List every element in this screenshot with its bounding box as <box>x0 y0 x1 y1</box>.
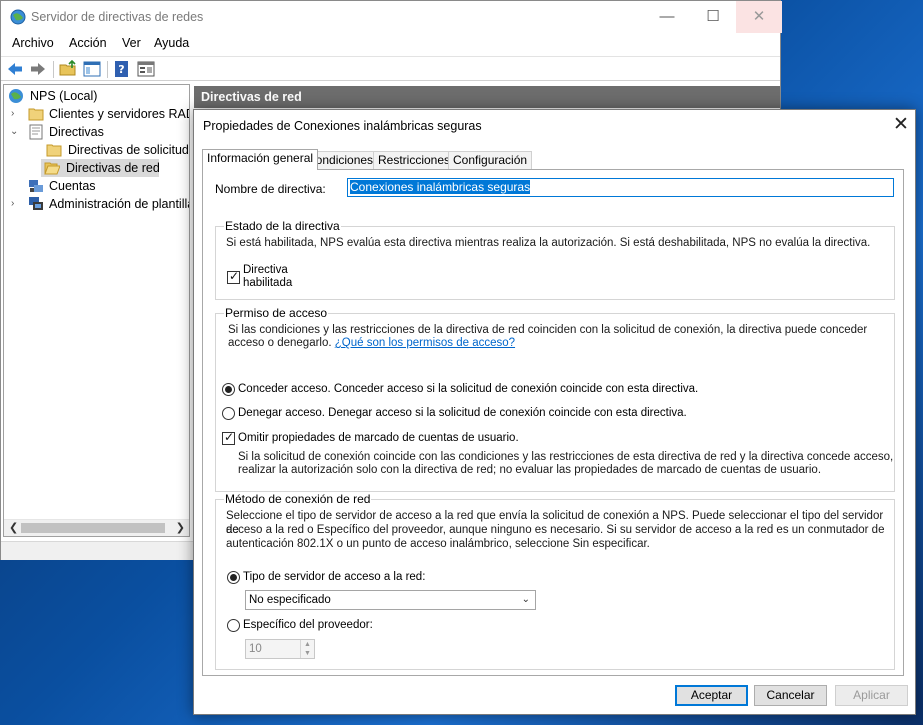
access-permission-title: Permiso de acceso <box>224 306 329 320</box>
tree-item-templates[interactable]: › Administración de plantillas <box>6 195 189 213</box>
horizontal-scrollbar[interactable]: ❮ ❯ <box>4 519 189 536</box>
stepper-arrows-icon[interactable]: ▲ ▼ <box>300 640 314 658</box>
folder-up-icon[interactable] <box>59 60 77 78</box>
properties-dialog: Propiedades de Conexiones inalámbricas s… <box>193 109 916 715</box>
toolbar-separator <box>107 61 108 78</box>
ok-button[interactable]: Aceptar <box>675 685 748 706</box>
tree-item-connection-request-policies[interactable]: Directivas de solicitud de conexión <box>6 141 189 159</box>
toolbar-separator <box>53 61 54 78</box>
ignore-dialin-label[interactable]: Omitir propiedades de marcado de cuentas… <box>238 432 519 444</box>
properties-icon[interactable] <box>137 60 155 78</box>
scroll-left-icon[interactable]: ❮ <box>9 521 18 534</box>
tab-panel-general: Nombre de directiva: Conexiones inalámbr… <box>202 169 904 676</box>
menu-bar: Archivo Acción Ver Ayuda <box>1 33 780 55</box>
deny-access-label[interactable]: Denegar acceso. Denegar acceso si la sol… <box>238 407 687 419</box>
accounting-icon <box>29 180 43 192</box>
folder-open-icon <box>44 162 60 175</box>
tree-item-directivas[interactable]: ⌄ Directivas <box>6 123 189 141</box>
dialog-close-button[interactable]: ✕ <box>889 114 913 138</box>
tab-informacion-general[interactable]: Información general <box>202 149 319 170</box>
show-hide-tree-icon[interactable] <box>83 60 101 78</box>
connection-method-desc-line2: acceso a la red o Específico del proveed… <box>226 524 885 536</box>
policy-state-description: Si está habilitada, NPS evalúa esta dire… <box>226 237 871 249</box>
menu-ver[interactable]: Ver <box>122 36 141 50</box>
collapse-chevron-icon[interactable]: ⌄ <box>10 123 20 141</box>
policy-name-value: Conexiones inalámbricas seguras <box>350 180 531 194</box>
vendor-specific-label[interactable]: Específico del proveedor: <box>243 619 373 631</box>
ignore-dialin-desc-line1: Si la solicitud de conexión coincide con… <box>238 451 894 463</box>
nas-type-dropdown[interactable]: No especificado ⌄ <box>245 590 536 610</box>
expand-chevron-icon[interactable]: › <box>11 105 21 123</box>
policies-icon <box>29 124 43 140</box>
policy-enabled-checkbox[interactable] <box>227 269 240 284</box>
policy-enabled-label-line2: habilitada <box>243 277 293 289</box>
templates-icon <box>29 197 43 210</box>
svg-text:?: ? <box>118 63 124 76</box>
nas-type-label[interactable]: Tipo de servidor de acceso a la red: <box>243 571 425 583</box>
menu-ayuda[interactable]: Ayuda <box>154 36 189 50</box>
connection-method-title: Método de conexión de red <box>224 492 372 506</box>
close-button[interactable]: ✕ <box>736 1 782 33</box>
toolbar: ? <box>1 56 780 81</box>
title-bar: Servidor de directivas de redes — ☐ ✕ <box>1 1 782 33</box>
menu-accion[interactable]: Acción <box>69 36 107 50</box>
access-permission-desc-line2: acceso o denegarlo. ¿Qué son los permiso… <box>228 337 516 349</box>
policy-state-group: Estado de la directiva Si está habilitad… <box>215 219 895 300</box>
scrollbar-thumb[interactable] <box>21 523 165 533</box>
forward-arrow-icon[interactable] <box>29 60 47 78</box>
nps-globe-icon <box>10 9 26 25</box>
access-permission-help-link[interactable]: ¿Qué son los permisos de acceso? <box>335 337 515 349</box>
policy-name-label: Nombre de directiva: <box>215 182 326 196</box>
console-tree[interactable]: NPS (Local) › Clientes y servidores RADI… <box>3 84 190 537</box>
nas-type-radio[interactable] <box>227 571 240 584</box>
policy-name-input[interactable]: Conexiones inalámbricas seguras <box>347 178 894 197</box>
back-arrow-icon[interactable] <box>6 60 24 78</box>
nas-type-selected: No especificado <box>249 594 331 606</box>
vendor-specific-radio[interactable] <box>227 619 240 632</box>
expand-chevron-icon[interactable]: › <box>11 195 21 213</box>
tab-configuracion[interactable]: Configuración <box>448 151 533 169</box>
vendor-id-value: 10 <box>249 643 262 655</box>
connection-method-group: Método de conexión de red Seleccione el … <box>215 492 895 670</box>
access-permission-group: Permiso de acceso Si las condiciones y l… <box>215 306 895 492</box>
scroll-right-icon[interactable]: ❯ <box>176 521 185 534</box>
folder-icon <box>28 108 44 121</box>
menu-archivo[interactable]: Archivo <box>12 36 54 50</box>
folder-icon <box>46 144 62 157</box>
dialog-title: Propiedades de Conexiones inalámbricas s… <box>203 119 482 133</box>
help-icon[interactable]: ? <box>113 60 131 78</box>
apply-button[interactable]: Aplicar <box>835 685 908 706</box>
tree-item-nps-local[interactable]: NPS (Local) <box>6 87 189 105</box>
results-pane-header: Directivas de red <box>194 86 780 108</box>
ignore-dialin-checkbox[interactable] <box>222 430 235 445</box>
tree-item-cuentas[interactable]: Cuentas <box>6 177 189 195</box>
grant-access-radio[interactable] <box>222 383 235 396</box>
window-title: Servidor de directivas de redes <box>31 10 204 24</box>
tree-item-network-policies[interactable]: Directivas de red <box>41 159 160 177</box>
nps-globe-icon <box>9 89 23 103</box>
cancel-button[interactable]: Cancelar <box>754 685 827 706</box>
deny-access-radio[interactable] <box>222 407 235 420</box>
grant-access-label[interactable]: Conceder acceso. Conceder acceso si la s… <box>238 383 698 395</box>
ignore-dialin-desc-line2: realizar la autorización solo con la dir… <box>238 464 822 476</box>
minimize-button[interactable]: — <box>644 1 690 33</box>
access-permission-desc-line1: Si las condiciones y las restricciones d… <box>228 324 868 336</box>
chevron-down-icon: ⌄ <box>521 594 530 605</box>
vendor-id-stepper[interactable]: 10 ▲ ▼ <box>245 639 315 659</box>
policy-enabled-label-line1: Directiva <box>243 264 288 276</box>
policy-state-title: Estado de la directiva <box>224 219 341 233</box>
tree-item-radius-clients[interactable]: › Clientes y servidores RADIUS <box>6 105 189 123</box>
tab-restricciones[interactable]: Restricciones <box>373 151 456 169</box>
maximize-button[interactable]: ☐ <box>690 1 736 33</box>
connection-method-desc-line3: autenticación 802.1X o un punto de acces… <box>226 538 650 550</box>
